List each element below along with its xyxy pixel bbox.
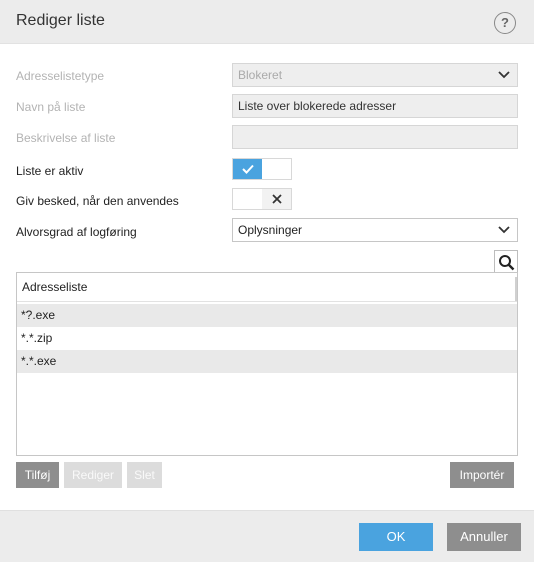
severity-label: Alvorsgrad af logføring	[16, 225, 137, 239]
close-icon	[272, 194, 282, 204]
checkmark-icon	[242, 164, 254, 174]
list-type-label: Adresselistetype	[16, 69, 105, 83]
ok-button[interactable]: OK	[359, 523, 433, 551]
toggle-off-segment	[262, 189, 291, 209]
severity-value: Oplysninger	[238, 223, 303, 237]
description-field[interactable]	[232, 125, 518, 149]
toggle-on-segment	[233, 159, 262, 179]
active-label: Liste er aktiv	[16, 164, 84, 178]
add-button[interactable]: Tilføj	[16, 462, 59, 488]
column-resize-handle[interactable]	[515, 277, 517, 301]
import-button[interactable]: Importér	[450, 462, 514, 488]
notify-toggle[interactable]	[232, 188, 292, 210]
search-icon	[499, 255, 515, 271]
table-row[interactable]: *?.exe	[17, 304, 517, 327]
description-label: Beskrivelse af liste	[16, 131, 116, 145]
notify-label: Giv besked, når den anvendes	[16, 194, 179, 208]
table-header[interactable]: Adresseliste	[17, 273, 517, 302]
chevron-down-icon	[498, 71, 510, 79]
delete-button[interactable]: Slet	[127, 462, 162, 488]
cancel-button[interactable]: Annuller	[447, 523, 521, 551]
address-list-table[interactable]: Adresseliste *?.exe *.*.zip *.*.exe	[16, 272, 518, 456]
search-button[interactable]	[494, 250, 518, 274]
dialog-header: Rediger liste ?	[0, 0, 534, 44]
severity-select[interactable]: Oplysninger	[232, 218, 518, 242]
active-toggle[interactable]	[232, 158, 292, 180]
list-type-select: Blokeret	[232, 63, 518, 87]
table-row[interactable]: *.*.zip	[17, 327, 517, 350]
dialog-title: Rediger liste	[16, 12, 105, 29]
table-row[interactable]: *.*.exe	[17, 350, 517, 373]
help-icon[interactable]: ?	[494, 12, 516, 34]
chevron-down-icon	[498, 226, 510, 234]
dialog-footer: OK Annuller	[0, 510, 534, 562]
list-name-field[interactable]: Liste over blokerede adresser	[232, 94, 518, 118]
list-name-label: Navn på liste	[16, 100, 86, 114]
list-type-value: Blokeret	[238, 68, 283, 82]
edit-button[interactable]: Rediger	[64, 462, 122, 488]
